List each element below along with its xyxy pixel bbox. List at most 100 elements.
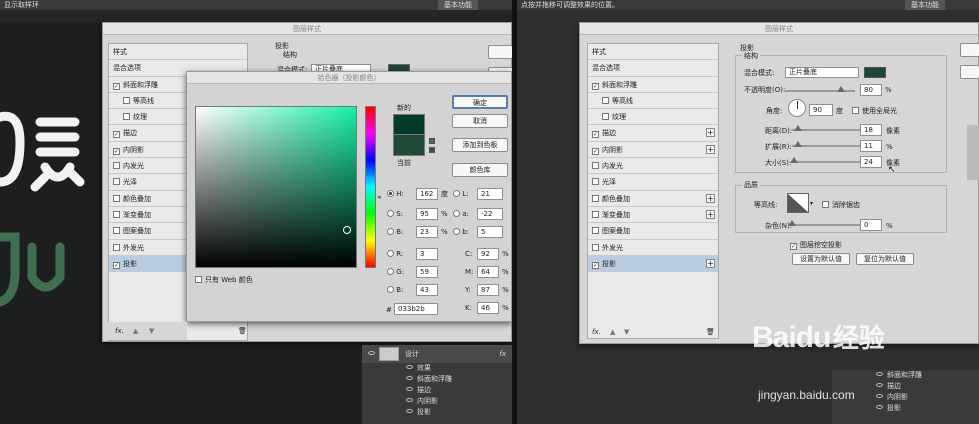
- set-default-button[interactable]: 设置为默认值: [792, 253, 850, 265]
- lab-a-input[interactable]: -22: [477, 208, 503, 220]
- layer-row[interactable]: 投影: [832, 403, 979, 414]
- visibility-eye-icon[interactable]: [406, 398, 413, 402]
- add-instance-icon[interactable]: +: [706, 209, 715, 219]
- spread-input[interactable]: 11: [860, 140, 882, 152]
- style-checkbox[interactable]: ✓: [113, 82, 120, 90]
- layer-row[interactable]: 投影: [362, 407, 512, 418]
- spread-thumb[interactable]: [794, 141, 802, 147]
- antialias-checkbox[interactable]: [822, 201, 829, 208]
- style-item[interactable]: 样式: [109, 44, 247, 61]
- saturation-radio[interactable]: [387, 210, 394, 217]
- magenta-input[interactable]: 64: [477, 266, 499, 278]
- visibility-eye-icon[interactable]: [876, 405, 883, 409]
- style-checkbox[interactable]: [602, 113, 609, 121]
- black-input[interactable]: 46: [477, 302, 499, 314]
- visibility-eye-icon[interactable]: [368, 351, 375, 355]
- fx-icon[interactable]: fx.: [115, 326, 124, 336]
- visibility-eye-icon[interactable]: [876, 394, 883, 398]
- current-color-swatch[interactable]: [393, 135, 425, 156]
- web-only-checkbox[interactable]: [195, 276, 202, 283]
- lab-b-input[interactable]: 5: [477, 226, 503, 238]
- layer-row[interactable]: 效果: [362, 363, 512, 374]
- style-checkbox[interactable]: [113, 243, 120, 251]
- shadow-color-swatch[interactable]: [864, 67, 886, 78]
- style-checkbox[interactable]: [113, 194, 120, 202]
- lab-l-radio[interactable]: [453, 190, 460, 197]
- web-safe-cube-icon[interactable]: [429, 138, 435, 144]
- size-slider[interactable]: [790, 157, 860, 163]
- distance-input[interactable]: 18: [860, 124, 882, 136]
- noise-slider[interactable]: [788, 220, 860, 226]
- workspace-switcher[interactable]: 基本功能: [905, 0, 945, 10]
- hue-radio[interactable]: [387, 190, 394, 197]
- green-input[interactable]: 59: [416, 266, 438, 278]
- layer-row[interactable]: 设计 fx: [362, 345, 512, 363]
- gamut-warning-icon[interactable]: [429, 147, 435, 153]
- visibility-eye-icon[interactable]: [876, 383, 883, 387]
- ok-button-partial[interactable]: [960, 43, 979, 57]
- size-thumb[interactable]: [790, 157, 798, 163]
- style-item[interactable]: 等高线: [588, 93, 718, 110]
- style-item[interactable]: 渐变叠加 +: [588, 207, 718, 224]
- brightness-radio[interactable]: [387, 228, 394, 235]
- style-item[interactable]: ✓ 内阴影 +: [588, 142, 718, 159]
- layer-row[interactable]: 斜面和浮雕: [362, 374, 512, 385]
- visibility-eye-icon[interactable]: [406, 365, 413, 369]
- spread-slider[interactable]: [792, 141, 860, 147]
- hue-slider-arrow-icon[interactable]: ◂: [377, 193, 381, 201]
- style-checkbox[interactable]: [123, 113, 130, 121]
- cancel-button[interactable]: 取消: [452, 114, 508, 128]
- global-light-checkbox[interactable]: [852, 107, 859, 114]
- lab-b-radio[interactable]: [453, 228, 460, 235]
- style-item[interactable]: 光泽: [588, 174, 718, 191]
- cancel-button-partial[interactable]: [960, 65, 979, 79]
- distance-thumb[interactable]: [794, 125, 802, 131]
- move-down-icon[interactable]: ▼: [149, 326, 154, 336]
- style-checkbox[interactable]: [592, 194, 599, 202]
- hue-slider[interactable]: [365, 106, 376, 268]
- style-item[interactable]: 内发光: [588, 158, 718, 175]
- noise-thumb[interactable]: [788, 220, 796, 226]
- style-item[interactable]: 纹理: [588, 109, 718, 126]
- reset-default-button[interactable]: 复位为默认值: [856, 253, 914, 265]
- add-instance-icon[interactable]: +: [706, 144, 715, 154]
- saturation-input[interactable]: 95: [416, 208, 438, 220]
- move-up-icon[interactable]: ▲: [610, 327, 615, 337]
- brightness-input[interactable]: 23: [416, 226, 438, 238]
- opacity-thumb[interactable]: [837, 86, 845, 92]
- visibility-eye-icon[interactable]: [406, 376, 413, 380]
- color-libraries-button[interactable]: 颜色库: [452, 163, 508, 177]
- style-checkbox[interactable]: ✓: [592, 82, 599, 90]
- blend-mode-select[interactable]: 正片叠底: [785, 67, 859, 78]
- style-checkbox[interactable]: ✓: [592, 131, 599, 139]
- style-item[interactable]: ✓ 斜面和浮雕: [588, 77, 718, 93]
- lab-a-radio[interactable]: [453, 210, 460, 217]
- style-checkbox[interactable]: [602, 96, 609, 104]
- layer-row[interactable]: 内阴影: [362, 396, 512, 407]
- blue-input[interactable]: 43: [416, 284, 438, 296]
- style-checkbox[interactable]: ✓: [113, 261, 120, 269]
- hex-input[interactable]: 033b2b: [394, 303, 438, 315]
- style-item[interactable]: 图案叠加: [588, 223, 718, 240]
- style-checkbox[interactable]: [113, 178, 120, 186]
- style-checkbox[interactable]: [592, 243, 599, 251]
- hue-input[interactable]: 162: [416, 188, 438, 200]
- style-checkbox[interactable]: [113, 210, 120, 218]
- knockout-checkbox[interactable]: ✓: [790, 243, 797, 250]
- noise-input[interactable]: 0: [860, 219, 882, 231]
- ok-button[interactable]: 确定: [452, 95, 508, 109]
- red-radio[interactable]: [387, 250, 394, 257]
- style-item[interactable]: 颜色叠加 +: [588, 191, 718, 207]
- style-checkbox[interactable]: [123, 96, 130, 104]
- style-item[interactable]: 外发光: [588, 240, 718, 256]
- fx-icon[interactable]: fx.: [592, 327, 601, 337]
- layer-row[interactable]: 描边: [362, 385, 512, 396]
- visibility-eye-icon[interactable]: [876, 372, 883, 376]
- style-checkbox[interactable]: ✓: [592, 261, 599, 269]
- lab-l-input[interactable]: 21: [477, 188, 503, 200]
- contour-dropdown-icon[interactable]: ▾: [810, 200, 813, 207]
- green-radio[interactable]: [387, 268, 394, 275]
- sample-ring-option[interactable]: 显示取样环: [4, 1, 39, 9]
- style-checkbox[interactable]: [592, 227, 599, 235]
- move-down-icon[interactable]: ▼: [624, 327, 629, 337]
